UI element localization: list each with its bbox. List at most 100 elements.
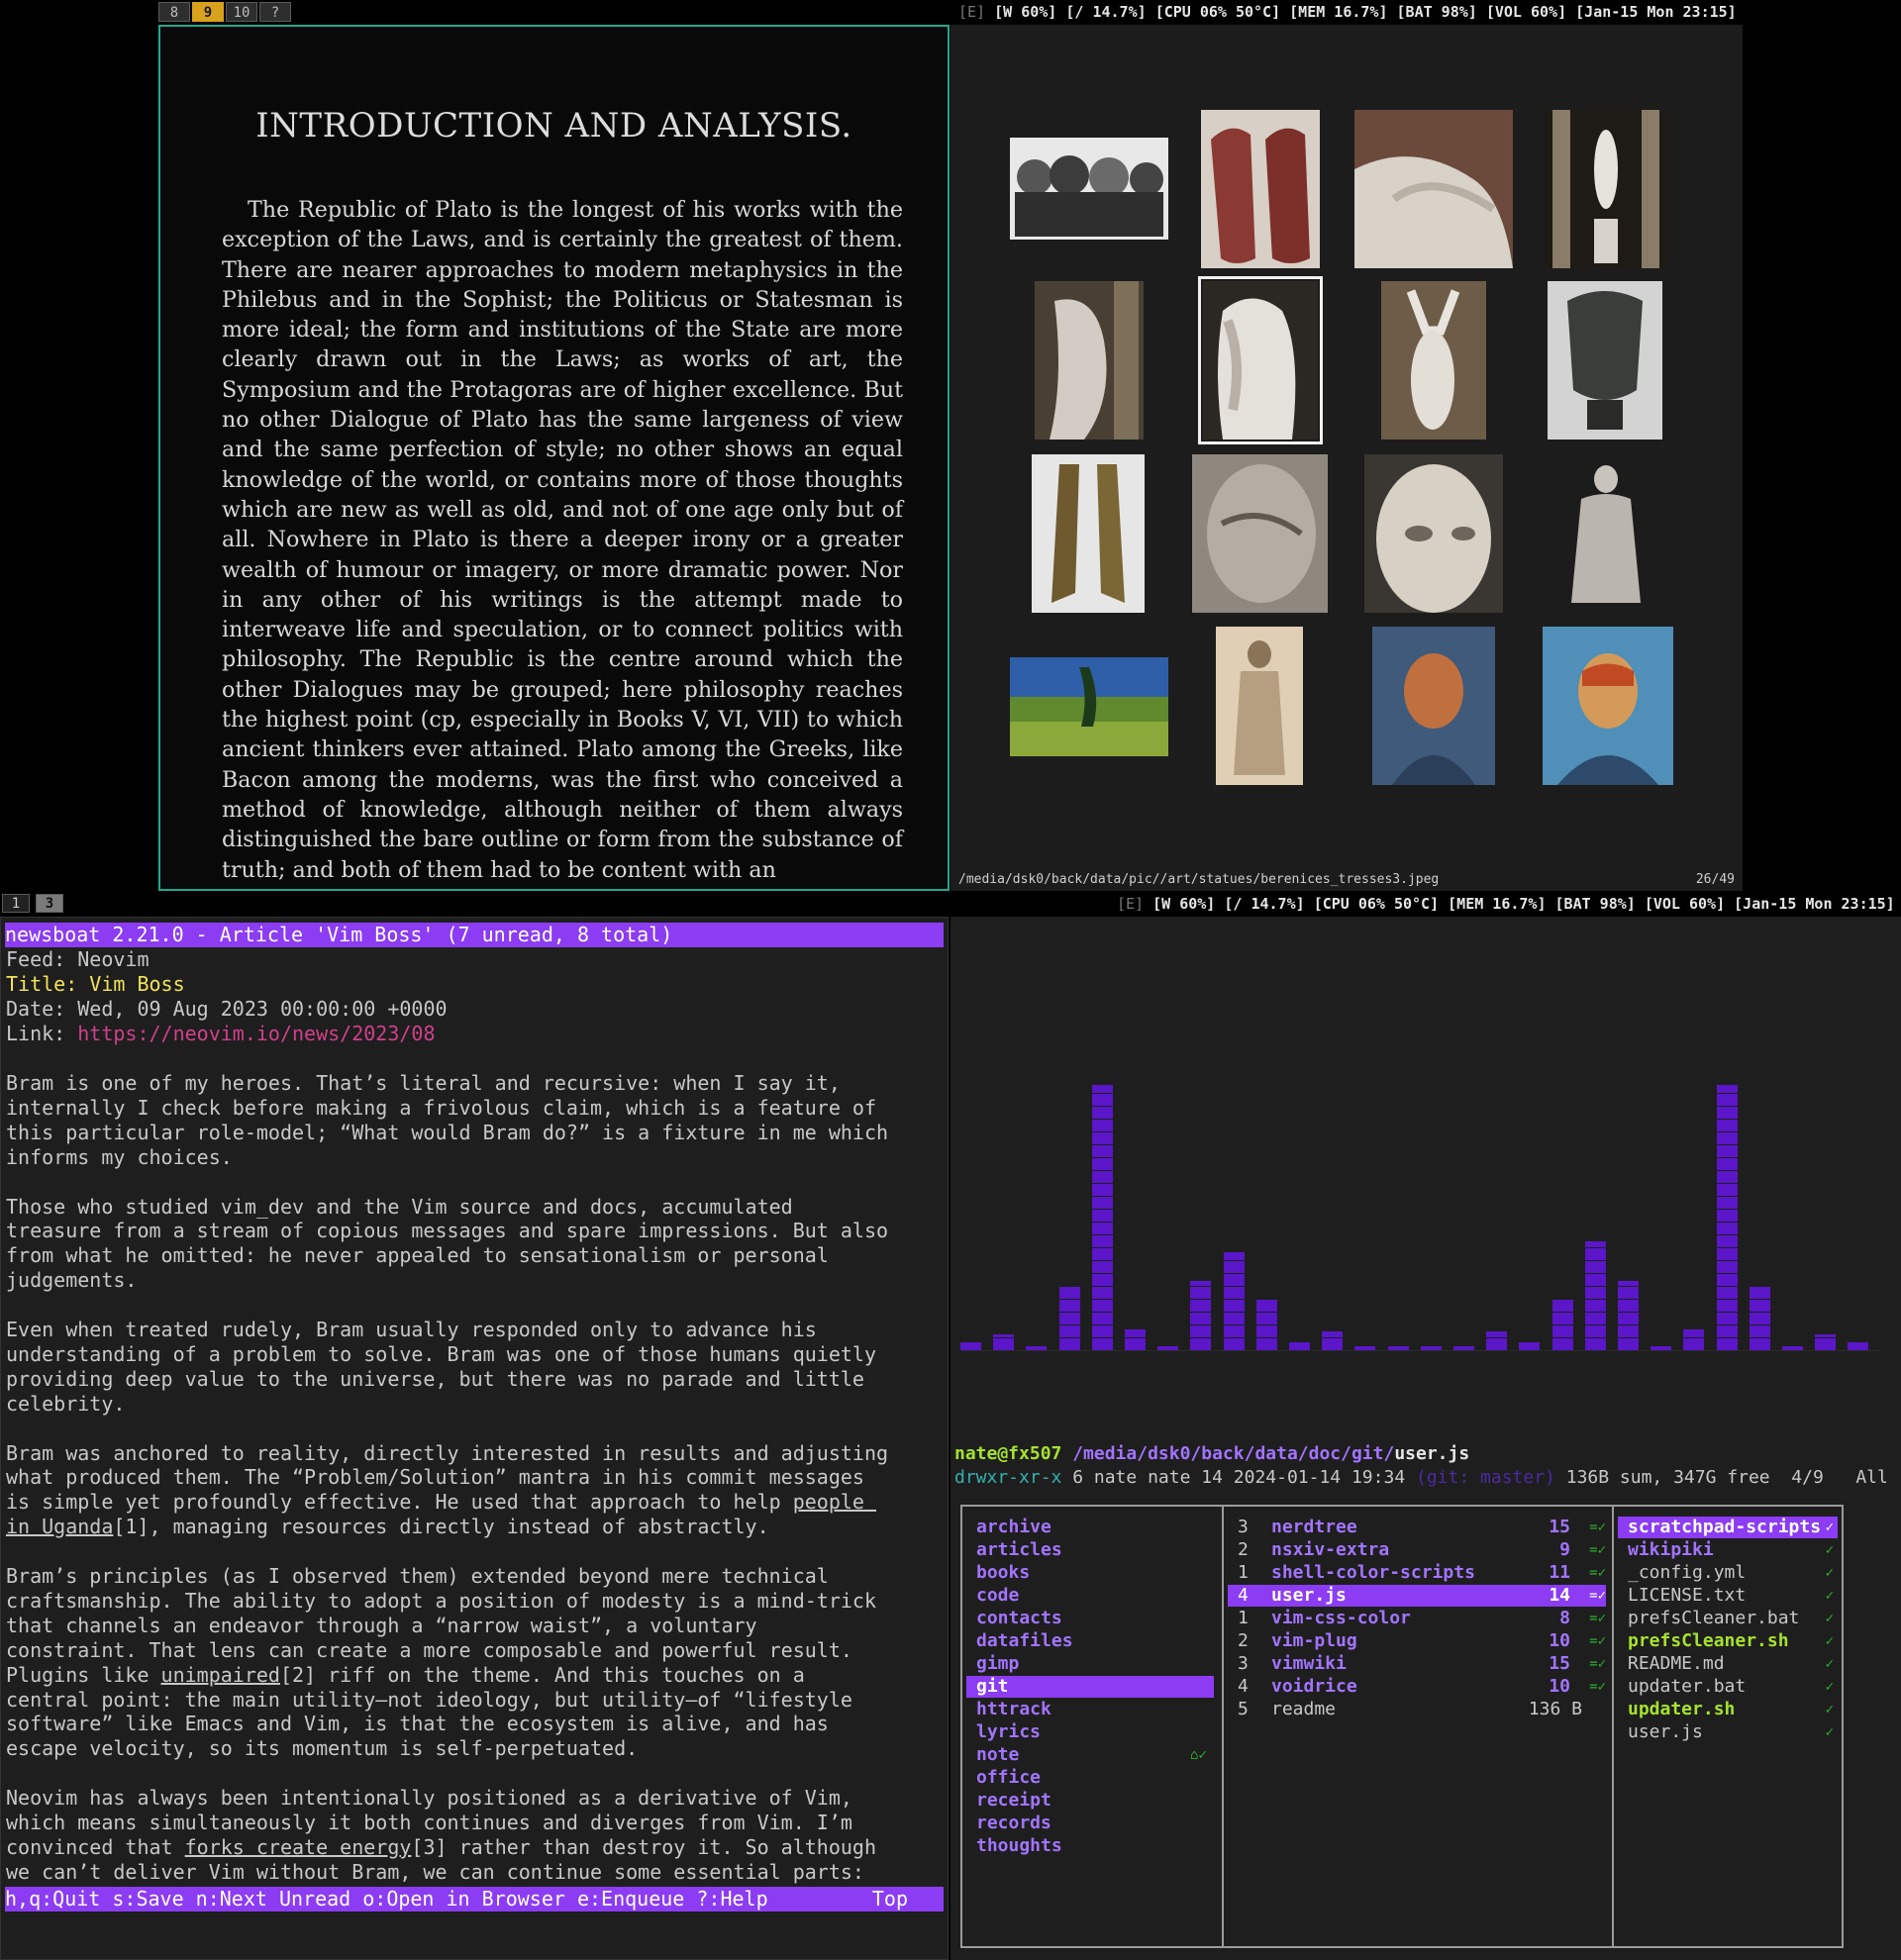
keybind-hints: h,q:Quit s:Save n:Next Unread o:Open in … [5, 1887, 768, 1911]
article-line: constraint. That lens can create a more … [6, 1637, 852, 1662]
lf-preview-item[interactable]: user.js [1618, 1721, 1838, 1743]
article-line: Bram is one of my heroes. That’s literal… [6, 1071, 841, 1095]
visualizer-bar [1551, 1300, 1573, 1350]
visualizer-bar [1190, 1281, 1212, 1350]
article-line: Bram’s principles (as I observed them) e… [6, 1564, 829, 1588]
image-viewer[interactable]: /media/dsk0/back/data/pic//art/statues/b… [950, 25, 1743, 891]
status-wifi: [W 60%] [1152, 895, 1216, 913]
document-body: The Republic of Plato is the longest of … [222, 197, 903, 883]
lf-preview-item[interactable]: prefsCleaner.sh [1618, 1630, 1838, 1652]
status-blocks: [E] [W 60%] [/ 14.7%] [CPU 06% 50°C] [ME… [958, 2, 1737, 22]
lf-file-manager[interactable]: archive articles books code contacts datafile… [960, 1505, 1844, 1948]
article-link-text[interactable]: unimpaired [161, 1663, 280, 1687]
thumbnail-figure-sketch[interactable] [1216, 627, 1303, 785]
lf-parent-item[interactable]: office [966, 1767, 1214, 1789]
status-datetime: [Jan-15 Mon 23:15] [1734, 895, 1895, 913]
thumbnail-armor-torso[interactable] [1548, 281, 1662, 440]
lf-parent-item[interactable]: books [966, 1562, 1214, 1584]
document-title: INTRODUCTION AND ANALYSIS. [255, 106, 852, 146]
workspace-9[interactable]: 9 [192, 2, 224, 22]
article-line: software” like Emacs and Vim, is that th… [6, 1712, 829, 1736]
thumbnail-bronze-legs[interactable] [1032, 454, 1145, 613]
lf-parent-item[interactable]: datafiles [966, 1630, 1214, 1652]
thumbnail-red-shoes[interactable] [1201, 110, 1320, 268]
visualizer-bar [1584, 1241, 1606, 1350]
newsboat-window[interactable]: newsboat 2.21.0 - Article 'Vim Boss' (7 … [0, 917, 949, 1960]
thumbnail-seated-statue[interactable] [1551, 454, 1656, 613]
lf-current-item: vim-plug [1271, 1630, 1357, 1651]
image-path: /media/dsk0/back/data/pic//art/statues/b… [958, 872, 1440, 887]
visualizer-bar [1157, 1346, 1179, 1350]
article-link-text[interactable]: forks create energy [185, 1835, 412, 1859]
git-status-mark: =✓ [1589, 1679, 1606, 1695]
lf-preview-item[interactable]: scratchpad-scripts [1618, 1517, 1838, 1538]
lf-parent-item[interactable]: gimp [966, 1653, 1214, 1675]
thumbnail-arms-raised-statue[interactable] [1381, 281, 1486, 440]
lf-preview-item[interactable]: updater.sh [1618, 1699, 1838, 1720]
thumbnail-sculpted-faces[interactable] [1010, 138, 1168, 240]
thumbnail-david-head[interactable] [1364, 454, 1503, 613]
lf-parent-item[interactable]: archive [966, 1517, 1214, 1538]
visualizer-bar [1749, 1287, 1770, 1350]
lf-preview-item[interactable]: updater.bat [1618, 1676, 1838, 1698]
workspace-1[interactable]: 1 [2, 894, 30, 913]
lf-parent-item[interactable]: lyrics [966, 1721, 1214, 1743]
article-line: understanding of a problem to solve. Bra… [6, 1341, 876, 1366]
lf-parent-item[interactable]: httrack [966, 1699, 1214, 1720]
git-status-mark: ✓ [1825, 1542, 1834, 1558]
lf-parent-item[interactable]: contacts [966, 1608, 1214, 1629]
lf-parent-item[interactable]: records [966, 1813, 1214, 1834]
thumbnail-marble-face-closeup[interactable] [1192, 454, 1328, 613]
status-datetime: [Jan-15 Mon 23:15] [1575, 3, 1737, 21]
lf-preview-item[interactable]: LICENSE.txt [1618, 1585, 1838, 1607]
thumbnail-berenices-tresses[interactable] [1198, 276, 1323, 444]
workspace-10[interactable]: 10 [226, 2, 257, 22]
status-mem: [MEM 16.7%] [1289, 3, 1388, 21]
lf-parent-item[interactable]: git [966, 1676, 1214, 1698]
thumbnail-marble-figure[interactable] [1035, 281, 1144, 440]
workspace-3[interactable]: 3 [36, 894, 63, 913]
status-cpu: [CPU 06% 50°C] [1313, 895, 1440, 913]
item-count-prefix: 3 [1238, 1517, 1249, 1537]
newsboat-keybind-bar: h,q:Quit s:Save n:Next Unread o:Open in … [5, 1887, 944, 1911]
git-status-mark: ✓ [1825, 1656, 1834, 1672]
lf-preview-item[interactable]: prefsCleaner.bat [1618, 1608, 1838, 1629]
git-status-mark: ✓ [1825, 1611, 1834, 1626]
status-blocks-bottom: [E] [W 60%] [/ 14.7%] [CPU 06% 50°C] [ME… [1117, 894, 1895, 914]
article-line: that channels an endeavor through a “nar… [6, 1613, 757, 1637]
lf-parent-item[interactable]: note [966, 1744, 1214, 1766]
git-status-mark: ✓ [1825, 1702, 1834, 1717]
article-line: Even when treated rudely, Bram usually r… [6, 1318, 817, 1341]
lf-parent-item[interactable]: code [966, 1585, 1214, 1607]
visualizer-bar [1453, 1346, 1474, 1350]
article-link-text[interactable]: people [793, 1490, 876, 1514]
lf-parent-item[interactable]: receipt [966, 1790, 1214, 1812]
lf-parent-item[interactable]: articles [966, 1539, 1214, 1561]
git-status-mark: ✓ [1825, 1633, 1834, 1649]
article-link[interactable]: https://neovim.io/news/2023/08 [77, 1022, 435, 1045]
thumbnail-marble-hand[interactable] [1354, 110, 1513, 268]
visualizer-bar [1815, 1334, 1837, 1350]
article-line: Bram was anchored to reality, directly i… [6, 1440, 889, 1465]
workspace-8[interactable]: 8 [158, 2, 190, 22]
status-battery: [BAT 98%] [1396, 3, 1477, 21]
lf-preview-item[interactable]: wikipiki [1618, 1539, 1838, 1561]
lf-parent-item[interactable]: thoughts [966, 1835, 1214, 1857]
top-status-bar: 8 9 10 ? [E] [W 60%] [/ 14.7%] [CPU 06% … [158, 0, 1743, 24]
document-viewer[interactable]: INTRODUCTION AND ANALYSIS. The Republic … [158, 25, 950, 891]
article-line: convinced that forks create energy[3] ra… [6, 1834, 877, 1859]
article-link-text[interactable]: in Uganda [6, 1515, 113, 1538]
thumbnail-dancer-statue[interactable] [1545, 110, 1667, 268]
git-status-mark: =✓ [1589, 1656, 1606, 1672]
lf-preview-item[interactable]: README.md [1618, 1653, 1838, 1675]
thumbnail-wheatfield-painting[interactable] [1010, 657, 1168, 756]
item-size: 15 [1549, 1517, 1570, 1537]
thumbnail-van-gogh-portrait-1[interactable] [1372, 627, 1495, 785]
git-status-mark: =✓ [1589, 1611, 1606, 1626]
thumbnail-van-gogh-portrait-2[interactable] [1543, 627, 1673, 785]
visualizer-bar [1387, 1346, 1409, 1350]
visualizer-bar [993, 1334, 1015, 1350]
workspace-scratch[interactable]: ? [259, 2, 291, 22]
file-meta: 6 nate nate 14 2024-01-14 19:34 [1061, 1467, 1416, 1488]
lf-preview-item[interactable]: _config.yml [1618, 1562, 1838, 1584]
